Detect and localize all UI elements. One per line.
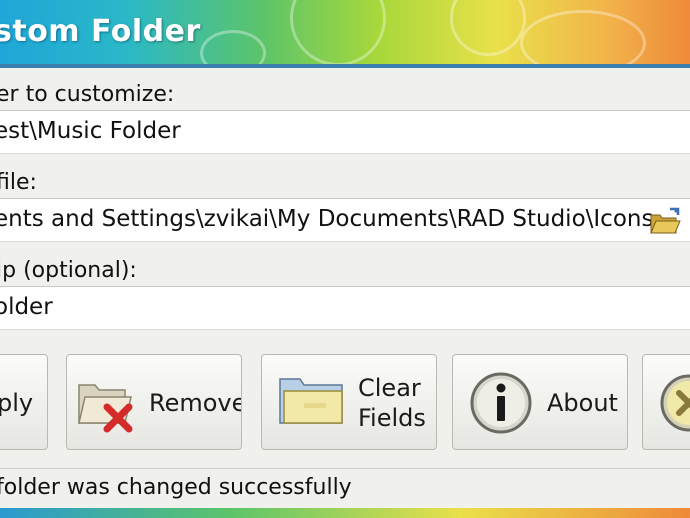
close-button[interactable] [642,354,690,450]
folder-path-field[interactable]: est\Music Folder [0,110,690,154]
folder-remove-icon [73,373,139,439]
icon-file-value: ents and Settings\zvikai\My Documents\RA… [0,206,654,232]
window-title: stom Folder [0,14,201,49]
clear-button-label-line2: Fields [358,404,426,432]
close-icon [659,373,690,437]
remove-button[interactable]: Remove [66,354,242,450]
tip-label: ip (optional): [0,258,137,283]
title-banner: stom Folder [0,0,690,68]
apply-button-label: ply [0,389,34,417]
folder-label: er to customize: [0,82,175,107]
about-button-label: About [547,389,618,417]
folder-icon [276,371,348,433]
folder-open-icon[interactable] [648,205,682,237]
status-message: folder was changed successfully [0,475,352,500]
clear-button-label-line1: Clear [358,374,421,402]
tip-field[interactable]: older [0,286,690,330]
icon-file-field[interactable]: ents and Settings\zvikai\My Documents\RA… [0,198,690,242]
apply-button[interactable]: ply [0,354,48,450]
icon-file-label: file: [0,170,37,195]
clear-fields-button[interactable]: Clear Fields [261,354,437,450]
bottom-banner-strip [0,508,690,518]
remove-button-label: Remove [149,389,242,417]
status-bar: folder was changed successfully [0,468,690,509]
tip-value: older [0,294,53,320]
folder-path-value: est\Music Folder [0,118,181,144]
info-icon [469,371,533,439]
about-button[interactable]: About [452,354,628,450]
